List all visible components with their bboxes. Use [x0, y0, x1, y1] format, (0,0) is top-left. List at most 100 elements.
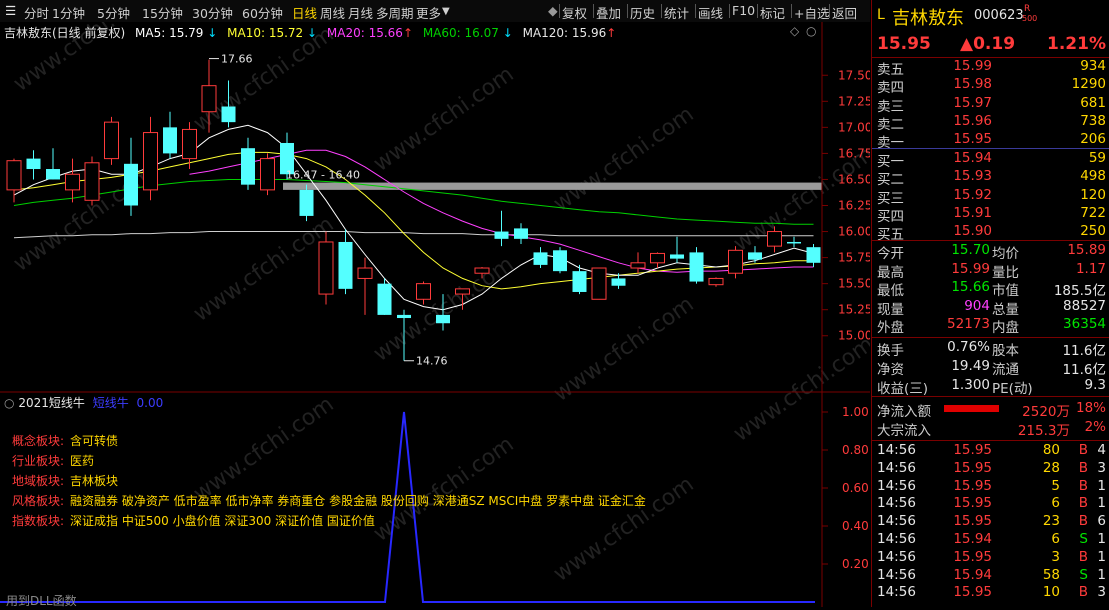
ma10-legend: MA10: 15.72 ↓: [227, 26, 318, 40]
stat-value-2: 36354: [1063, 316, 1106, 333]
flow-label: 大宗流入: [877, 423, 931, 439]
candle-body: [241, 148, 255, 185]
order-price: 15.90: [953, 223, 992, 240]
tick-row: 14:56 15.94 6 S 1: [872, 531, 1109, 550]
toolbar-button-6[interactable]: 标记: [760, 3, 785, 22]
order-volume: 206: [1080, 131, 1106, 148]
tick-row: 14:56 15.95 10 B 3: [872, 584, 1109, 603]
order-volume: 498: [1080, 168, 1106, 185]
tick-price: 15.95: [953, 584, 992, 601]
sector-label: 概念板块:: [12, 434, 65, 448]
candle-body: [748, 252, 762, 260]
toolbar-button-8[interactable]: 返回: [832, 3, 857, 22]
period-tab-10[interactable]: 更多: [416, 3, 441, 22]
candle-body: [514, 228, 528, 239]
toolbar-button-2[interactable]: 历史: [630, 3, 655, 22]
buy_orders-row[interactable]: 买一 15.94 59: [872, 150, 1109, 170]
toolbar-separator: [791, 4, 792, 18]
sell_orders-row[interactable]: 卖四 15.98 1290: [872, 76, 1109, 96]
tick-time: 14:56: [877, 442, 916, 458]
candle-body: [650, 252, 665, 264]
stat-label-1: 今开: [877, 246, 904, 262]
candle-body: [806, 247, 821, 263]
candle-body: [221, 106, 236, 123]
candle: [104, 116, 119, 165]
more-dropdown-icon[interactable]: ▼: [442, 6, 450, 17]
fund-value-1: 19.49: [951, 357, 990, 374]
toolbar-button-0[interactable]: 复权: [562, 3, 587, 22]
toolbar-button-1[interactable]: 叠加: [596, 3, 621, 22]
buy_orders-row[interactable]: 买四 15.91 722: [872, 205, 1109, 225]
toolbar-button-7[interactable]: +自选: [794, 3, 829, 22]
sector-value: 融资融券 破净资产 低市盈率 低市净率 券商重仓 参股金融 股份回购 深港通SZ…: [70, 494, 646, 508]
sector-line: 行业板块: 医药: [12, 452, 94, 469]
candle-body: [572, 271, 587, 292]
stat-value-2: 1.17: [1075, 260, 1106, 277]
period-tab-5[interactable]: 60分钟: [242, 3, 283, 22]
stat-value-1: 15.66: [951, 279, 990, 296]
tick-price: 15.95: [953, 477, 992, 494]
order-label: 买四: [877, 208, 904, 225]
tick-time: 14:56: [877, 513, 916, 530]
tick-side: B: [1078, 495, 1088, 512]
circle-icon[interactable]: ○: [806, 24, 816, 38]
candle: [689, 247, 704, 284]
order-volume: 681: [1080, 94, 1106, 111]
tick-side: S: [1079, 531, 1088, 547]
period-tab-8[interactable]: 月线: [348, 3, 373, 22]
sell_orders-row[interactable]: 卖五 15.99 934: [872, 58, 1109, 78]
candle-body: [397, 314, 411, 319]
candle: [377, 278, 392, 315]
period-tab-2[interactable]: 5分钟: [97, 3, 130, 22]
toolbar-button-4[interactable]: 画线: [698, 3, 723, 22]
stat-value-1: 15.70: [951, 242, 990, 258]
fundamental-row: 净资 19.49 流通 11.6亿: [872, 357, 1109, 378]
stat-label-2: 量比: [992, 264, 1019, 281]
menu-icon[interactable]: ☰: [5, 3, 16, 18]
sell_orders-row[interactable]: 卖二 15.96 738: [872, 112, 1109, 133]
order-price: 15.96: [953, 112, 992, 129]
flow-label: 净流入额: [877, 404, 931, 420]
chart-area[interactable]: www.cfchi.com www.cfchi.com www.cfchi.com w…: [0, 0, 879, 608]
tick-count: 3: [1097, 584, 1106, 601]
candle-body: [494, 231, 509, 239]
buy_orders-row[interactable]: 买三 15.92 120: [872, 186, 1109, 207]
order-volume: 59: [1088, 150, 1106, 166]
diamond-icon[interactable]: ◇: [790, 24, 799, 38]
period-tab-4[interactable]: 30分钟: [192, 3, 233, 22]
tick-side: S: [1079, 566, 1088, 583]
indicator-expand-icon[interactable]: ○: [4, 396, 14, 410]
indicator-tick: 0.40: [842, 519, 869, 533]
period-tab-1[interactable]: 1分钟: [52, 3, 85, 22]
period-tab-7[interactable]: 周线: [320, 3, 345, 22]
toolbar-separator: [661, 4, 662, 18]
candle-body: [143, 132, 158, 191]
sell_orders-row[interactable]: 卖三 15.97 681: [872, 94, 1109, 115]
toolbar-button-3[interactable]: 统计: [664, 3, 689, 22]
tick-price: 15.94: [953, 531, 992, 547]
toolbar-separator: [559, 4, 560, 18]
tick-count: 1: [1097, 548, 1106, 565]
order-price: 15.97: [953, 94, 992, 111]
buy_orders-row[interactable]: 买二 15.93 498: [872, 168, 1109, 188]
tick-volume: 28: [1042, 459, 1060, 476]
stat-value-2: 185.5亿: [1053, 283, 1106, 300]
pin-icon[interactable]: ◆: [548, 3, 558, 18]
tick-volume: 58: [1042, 566, 1060, 583]
tick-price: 15.95: [953, 495, 992, 512]
toolbar-separator: [757, 4, 758, 18]
order-price: 15.95: [953, 131, 992, 148]
period-tab-3[interactable]: 15分钟: [142, 3, 183, 22]
flow-pct: 2%: [1084, 419, 1106, 435]
period-tab-9[interactable]: 多周期: [376, 3, 414, 22]
candle-body: [767, 231, 782, 247]
period-tab-0[interactable]: 分时: [24, 3, 49, 22]
order-price: 15.92: [953, 186, 992, 203]
candle-body: [591, 267, 607, 300]
stock-flag: L: [877, 7, 885, 23]
period-tab-6[interactable]: 日线: [292, 3, 317, 22]
fund-value-2: 11.6亿: [1062, 343, 1106, 359]
candle: [728, 246, 743, 279]
order-price: 15.98: [953, 76, 992, 93]
toolbar-button-5[interactable]: F10: [732, 3, 755, 18]
